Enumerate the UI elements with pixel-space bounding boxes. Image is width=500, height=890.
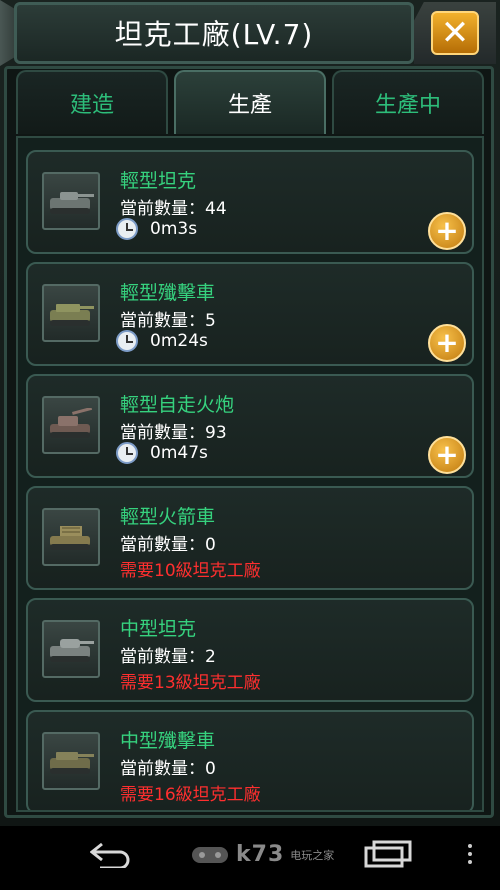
requirement-text: 需要13級坦克工廠 [120,673,261,693]
add-production-button[interactable]: + [428,324,466,362]
unit-list[interactable]: 輕型坦克 當前數量：44 0m3s + 輕型殲擊車 當前數量：5 0m24s + [16,136,484,812]
tab-bar: 建造 生產 生產中 [16,70,484,134]
recents-icon[interactable] [364,840,414,877]
medium-tank-destroyer-icon [42,732,100,790]
unit-count: 當前數量：0 [120,535,216,555]
unit-name: 輕型火箭車 [120,506,216,528]
title-bar: 坦克工廠(LV.7) [14,2,414,64]
build-time: 0m3s [116,218,197,240]
unit-count: 當前數量：44 [120,199,227,219]
system-navigation-bar: k73 电玩之家 [0,826,500,890]
unit-count: 當前數量：0 [120,759,216,779]
light-tank-destroyer-icon [42,284,100,342]
close-button[interactable]: ✕ [414,2,496,64]
unit-name: 輕型自走火炮 [120,394,235,416]
tab-producing[interactable]: 生產中 [332,70,484,134]
list-item: 輕型坦克 當前數量：44 0m3s + [26,150,474,254]
clock-icon [116,442,138,464]
dialog-frame: 坦克工廠(LV.7) ✕ 建造 生產 生產中 輕型坦克 當前數量：44 0m3s… [0,0,500,826]
gamepad-icon [192,846,228,863]
list-item: 輕型殲擊車 當前數量：5 0m24s + [26,262,474,366]
unit-name: 中型坦克 [120,618,197,640]
unit-count: 當前數量：5 [120,311,216,331]
clock-icon [116,218,138,240]
build-time-value: 0m24s [150,331,208,351]
unit-name: 中型殲擊車 [120,730,216,752]
build-time-value: 0m47s [150,443,208,463]
watermark-text: 电玩之家 [290,848,335,862]
light-self-propelled-artillery-icon [42,396,100,454]
list-item: 中型殲擊車 當前數量：0 需要16級坦克工廠 [26,710,474,810]
dialog-title: 坦克工廠(LV.7) [114,18,314,51]
light-rocket-vehicle-icon [42,508,100,566]
unit-name: 輕型殲擊車 [120,282,216,304]
clock-icon [116,330,138,352]
build-time: 0m47s [116,442,208,464]
list-item: 輕型自走火炮 當前數量：93 0m47s + [26,374,474,478]
requirement-text: 需要10級坦克工廠 [120,561,261,581]
add-production-button[interactable]: + [428,212,466,250]
requirement-text: 需要16級坦克工廠 [120,785,261,805]
unit-name: 輕型坦克 [120,170,197,192]
list-item: 中型坦克 當前數量：2 需要13級坦克工廠 [26,598,474,702]
watermark: k73 电玩之家 [190,842,334,867]
back-icon[interactable] [89,840,132,875]
close-icon[interactable]: ✕ [431,11,479,55]
menu-icon[interactable] [468,844,474,868]
build-time: 0m24s [116,330,208,352]
tab-build[interactable]: 建造 [16,70,168,134]
unit-count: 當前數量：2 [120,647,216,667]
tab-produce[interactable]: 生產 [174,70,326,134]
light-tank-icon [42,172,100,230]
add-production-button[interactable]: + [428,436,466,474]
list-item: 輕型火箭車 當前數量：0 需要10級坦克工廠 [26,486,474,590]
unit-count: 當前數量：93 [120,423,227,443]
watermark-logo: k73 [236,842,285,867]
medium-tank-icon [42,620,100,678]
build-time-value: 0m3s [150,219,198,239]
